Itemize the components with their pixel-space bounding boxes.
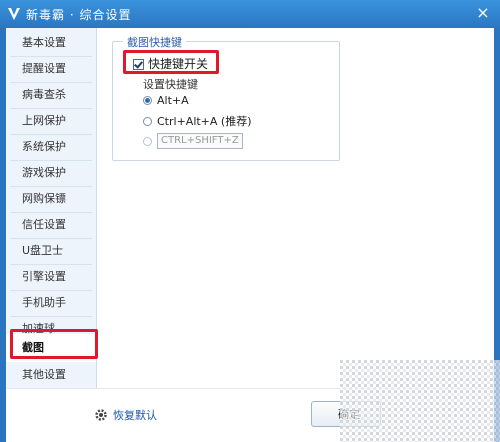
sidebar-item-virus-scan[interactable]: 病毒查杀 [6, 82, 96, 108]
sidebar-item-engine[interactable]: 引擎设置 [6, 264, 96, 290]
hotkey-option-label: Alt+A [157, 93, 189, 107]
restore-default-label: 恢复默认 [113, 409, 157, 422]
sidebar-item-game-protect[interactable]: 游戏保护 [6, 160, 96, 186]
sidebar-item-basic[interactable]: 基本设置 [6, 30, 96, 56]
hotkey-option-alt-a[interactable]: Alt+A [143, 92, 189, 108]
hotkey-option-custom[interactable]: CTRL+SHIFT+Z [143, 133, 243, 149]
custom-hotkey-input[interactable]: CTRL+SHIFT+Z [157, 133, 243, 149]
radio-selected-icon [143, 95, 152, 105]
close-icon: × [476, 3, 490, 22]
gear-icon [95, 409, 107, 421]
hotkey-toggle-checkbox[interactable]: 快捷键开关 [133, 56, 208, 72]
title-bar[interactable]: 新毒霸 · 综合设置 × [0, 0, 500, 28]
content-panel: 截图快捷键 快捷键开关 设置快捷键 Alt+A Ctrl+Alt+A (推荐) [97, 28, 494, 388]
hotkey-section-label: 设置快捷键 [143, 78, 198, 91]
screenshot-hotkey-group: 截图快捷键 快捷键开关 设置快捷键 Alt+A Ctrl+Alt+A (推荐) [112, 34, 340, 161]
watermark-pattern [340, 360, 500, 442]
hotkey-option-label: Ctrl+Alt+A (推荐) [157, 115, 252, 128]
sidebar-item-screenshot[interactable]: 截图 [6, 334, 96, 362]
sidebar: 基本设置 提醒设置 病毒查杀 上网保护 系统保护 游戏保护 网购保镖 信任设置 … [6, 28, 97, 388]
sidebar-item-system-protect[interactable]: 系统保护 [6, 134, 96, 160]
sidebar-item-reminder[interactable]: 提醒设置 [6, 56, 96, 82]
radio-unselected-icon [143, 136, 152, 146]
group-title: 截图快捷键 [123, 34, 186, 50]
sidebar-item-shopping-guard[interactable]: 网购保镖 [6, 186, 96, 212]
close-button[interactable]: × [472, 4, 494, 22]
sidebar-item-other[interactable]: 其他设置 [6, 362, 96, 388]
settings-window: 新毒霸 · 综合设置 × 基本设置 提醒设置 病毒查杀 上网保护 系统保护 游戏… [0, 0, 500, 442]
sidebar-item-usb-guard[interactable]: U盘卫士 [6, 238, 96, 264]
sidebar-item-web-protect[interactable]: 上网保护 [6, 108, 96, 134]
checkmark-icon [133, 58, 144, 70]
hotkey-option-ctrl-alt-a[interactable]: Ctrl+Alt+A (推荐) [143, 113, 252, 129]
window-title: 新毒霸 · 综合设置 [26, 8, 132, 22]
sidebar-item-trust[interactable]: 信任设置 [6, 212, 96, 238]
hotkey-toggle-label: 快捷键开关 [148, 57, 209, 71]
restore-default-link[interactable]: 恢复默认 [94, 407, 157, 423]
shield-v-icon [8, 8, 20, 20]
sidebar-item-phone-assistant[interactable]: 手机助手 [6, 290, 96, 316]
radio-unselected-icon [143, 116, 152, 126]
